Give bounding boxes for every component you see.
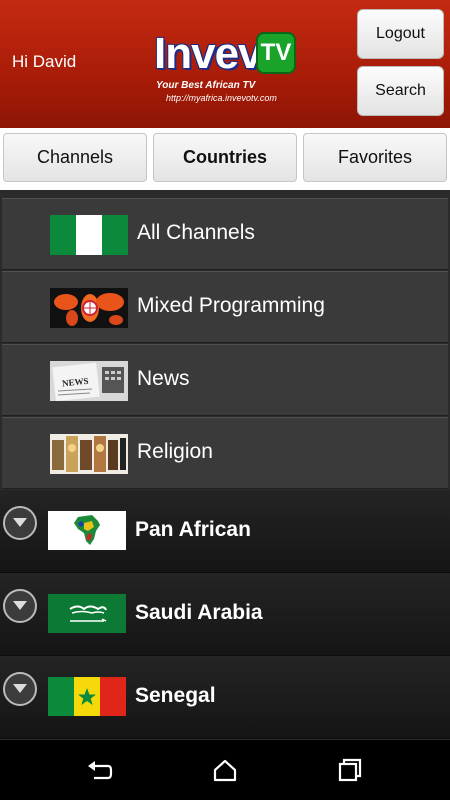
country-label: Pan African <box>135 518 251 541</box>
search-button[interactable]: Search <box>357 66 444 116</box>
country-label: Senegal <box>135 684 216 707</box>
logo-tagline: Your Best African TV <box>156 80 256 91</box>
tab-bar: Channels Countries Favorites <box>0 128 450 190</box>
logo-tv-badge: TV <box>256 32 296 74</box>
tab-channels[interactable]: Channels <box>3 133 147 182</box>
recents-icon[interactable] <box>336 758 364 782</box>
invevo-tv-logo: Invevo TV Your Best African TV http://my… <box>150 18 300 108</box>
home-icon[interactable] <box>211 758 239 782</box>
expand-chevron-icon[interactable] <box>3 589 37 623</box>
pan-african-flag-icon <box>48 511 126 550</box>
system-nav-bar <box>0 740 450 800</box>
expand-chevron-icon[interactable] <box>3 672 37 706</box>
world-map-icon <box>50 288 128 328</box>
country-row-saudi-arabia[interactable]: Saudi Arabia <box>0 573 450 656</box>
category-label: Mixed Programming <box>137 294 325 317</box>
saudi-arabia-flag-icon <box>48 594 126 633</box>
country-row-senegal[interactable]: Senegal <box>0 656 450 739</box>
back-icon[interactable] <box>86 758 114 782</box>
expand-chevron-icon[interactable] <box>3 506 37 540</box>
religion-collage-icon <box>50 434 128 474</box>
category-label: All Channels <box>137 221 255 244</box>
country-row-pan-african[interactable]: Pan African <box>0 490 450 573</box>
category-row-mixed-programming[interactable]: Mixed Programming <box>2 271 448 343</box>
category-row-news[interactable]: NEWS News <box>2 344 448 416</box>
country-label: Saudi Arabia <box>135 601 263 624</box>
tab-favorites[interactable]: Favorites <box>303 133 447 182</box>
greeting-text: Hi David <box>12 52 77 71</box>
category-row-all-channels[interactable]: All Channels <box>2 198 448 270</box>
category-label: Religion <box>137 440 213 463</box>
category-row-religion[interactable]: Religion <box>2 417 448 489</box>
newspaper-icon: NEWS <box>50 361 128 401</box>
category-label: News <box>137 367 190 390</box>
logout-button[interactable]: Logout <box>357 9 444 59</box>
senegal-flag-icon <box>48 677 126 716</box>
nigeria-flag-icon <box>50 215 128 255</box>
tab-countries[interactable]: Countries <box>153 133 297 182</box>
app-header: Hi David Invevo TV Your Best African TV … <box>0 0 450 128</box>
countries-list: All Channels Mixed Programming NEWS News… <box>0 190 450 740</box>
logo-url: http://myafrica.invevotv.com <box>166 93 277 103</box>
